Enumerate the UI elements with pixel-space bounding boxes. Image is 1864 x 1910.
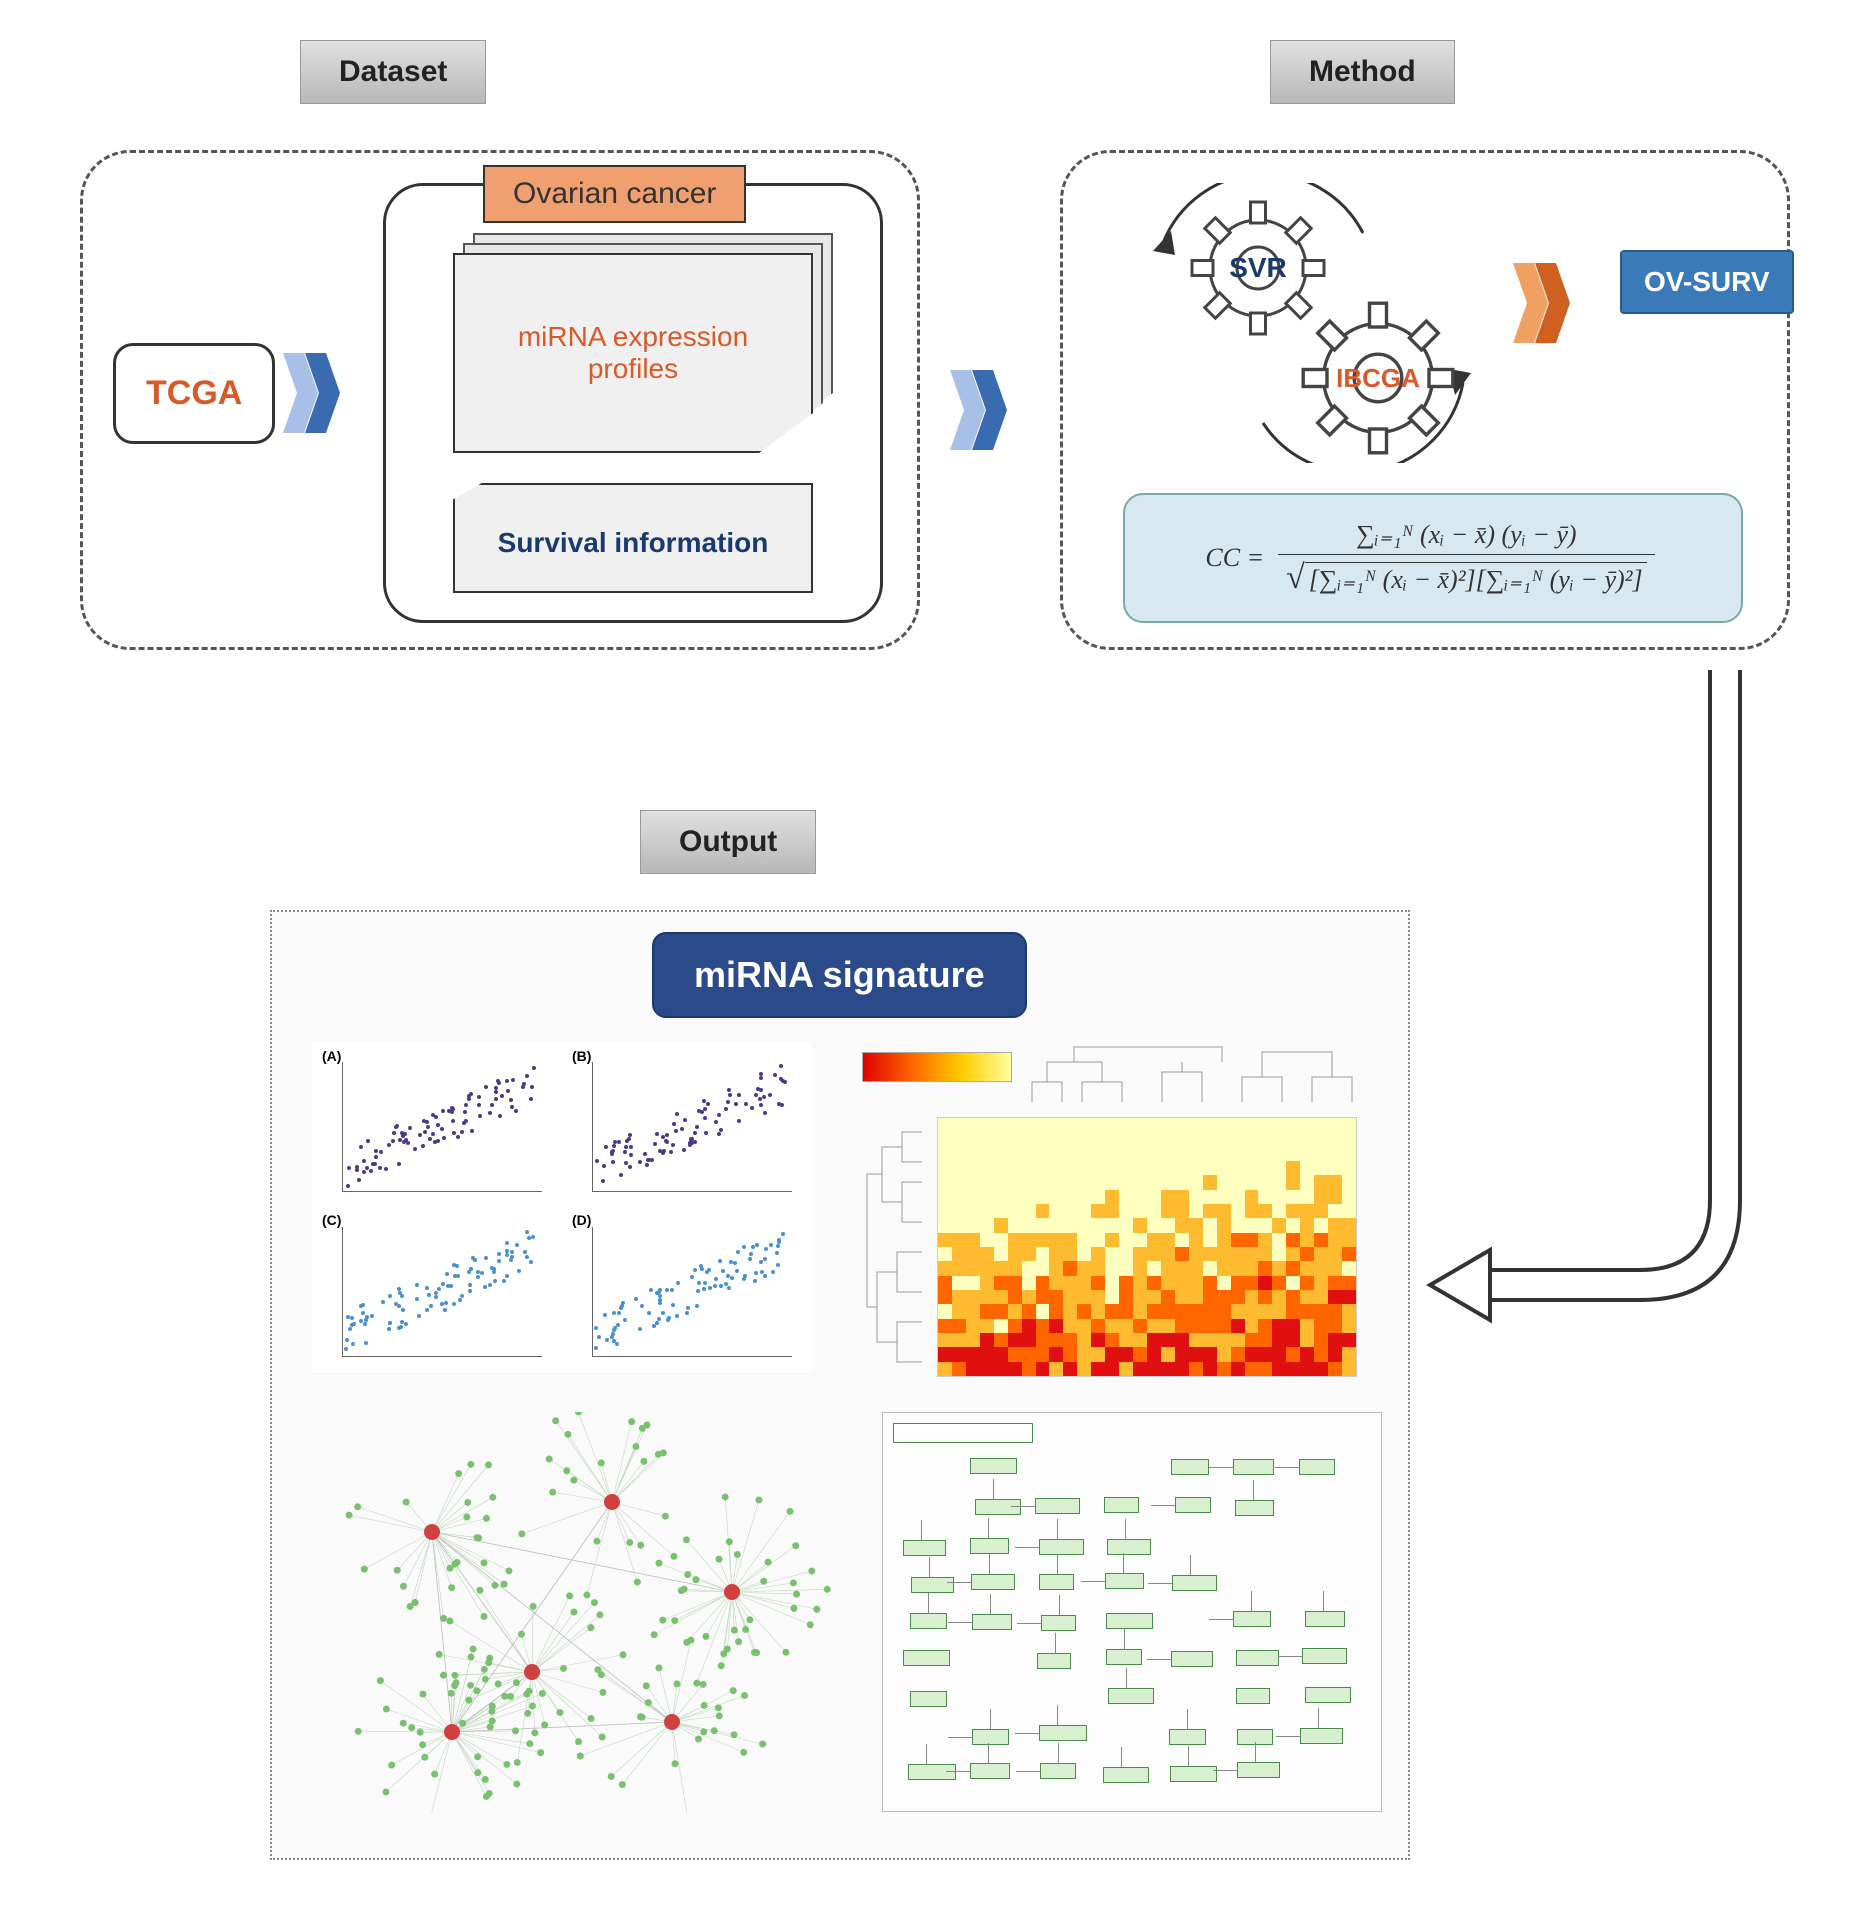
heatmap-panel	[852, 1042, 1372, 1402]
method-section-label: Method	[1270, 40, 1455, 104]
survival-info-note: Survival information	[453, 483, 813, 593]
tcga-source: TCGA	[113, 343, 275, 444]
scatter-label-d: (D)	[572, 1212, 591, 1228]
pathway-panel	[882, 1412, 1382, 1812]
ovarian-cancer-label: Ovarian cancer	[483, 165, 746, 223]
method-panel: SVR	[1060, 150, 1790, 650]
scatter-panel: (A) (B) (C) (D)	[312, 1042, 812, 1372]
network-panel	[312, 1412, 852, 1812]
arrow-chevron-icon	[1513, 263, 1583, 343]
arrow-chevron-icon	[950, 370, 1020, 450]
scatter-label-c: (C)	[322, 1212, 341, 1228]
dataset-panel: TCGA Ovarian cancer miRNA expression pro…	[80, 150, 920, 650]
output-section-label: Output	[640, 810, 816, 874]
ovsurv-output: OV-SURV	[1620, 250, 1794, 314]
arrow-chevron-icon	[283, 353, 353, 433]
cc-formula: CC = ∑ᵢ₌₁ᴺ (xᵢ − x̄) (yᵢ − ȳ) √[∑ᵢ₌₁ᴺ (…	[1123, 493, 1743, 623]
workflow-diagram: Dataset Method Output TCGA Ovarian cance…	[40, 40, 1824, 1870]
ibcga-gear: IBCGA	[1293, 293, 1463, 463]
mirna-signature-badge: miRNA signature	[652, 932, 1027, 1018]
dataset-section-label: Dataset	[300, 40, 486, 104]
mirna-doc-stack: miRNA expression profiles	[453, 233, 833, 463]
output-panel: miRNA signature (A) (B) (C) (D)	[270, 910, 1410, 1860]
scatter-label-a: (A)	[322, 1048, 341, 1064]
flow-arrow-icon	[1420, 660, 1820, 1360]
scatter-label-b: (B)	[572, 1048, 591, 1064]
mirna-doc-label: miRNA expression profiles	[475, 321, 791, 385]
